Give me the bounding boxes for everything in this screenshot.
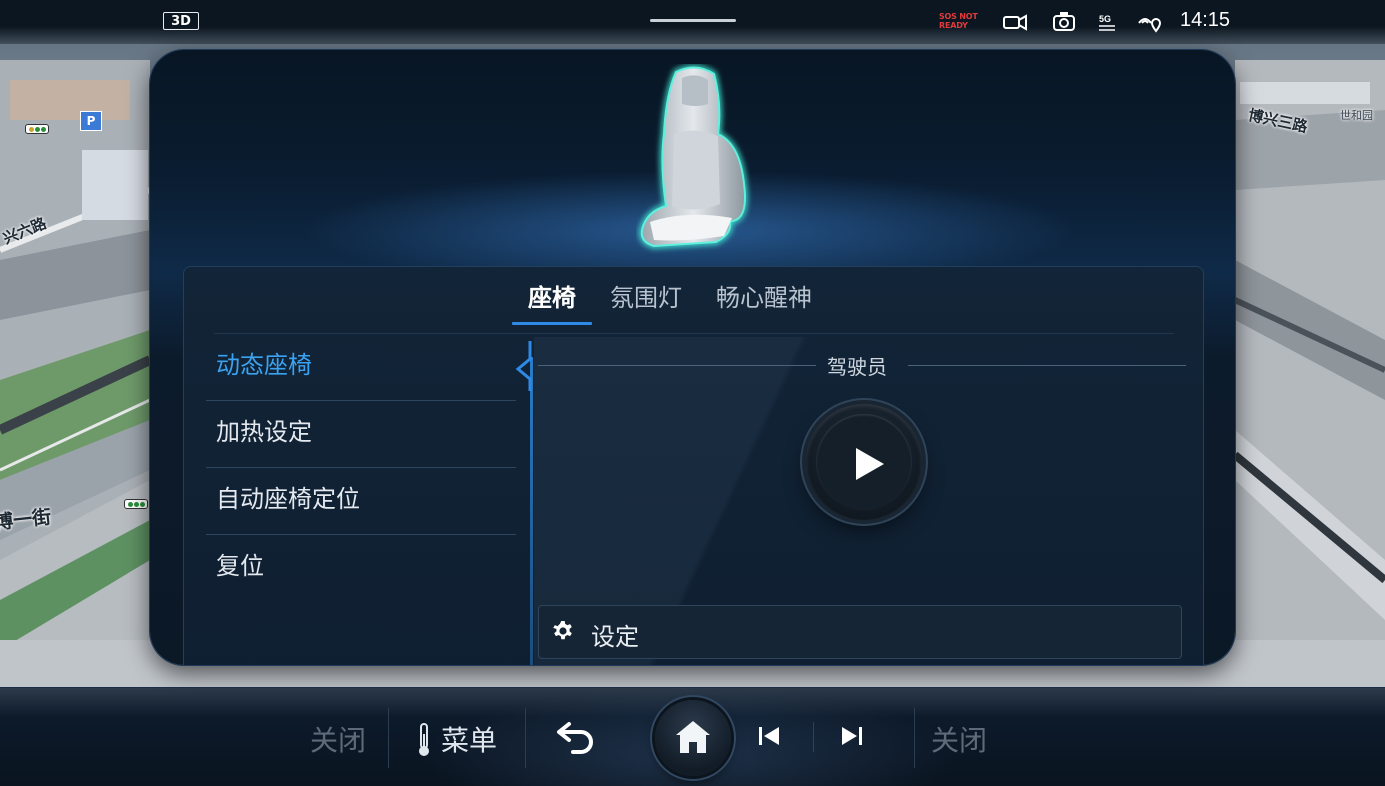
- tab-bar: 座椅 氛围灯 畅心醒神: [512, 279, 846, 325]
- next-track-icon[interactable]: [840, 725, 864, 747]
- play-button[interactable]: [806, 404, 922, 520]
- previous-track-icon[interactable]: [757, 725, 781, 747]
- traffic-light-icon: [124, 499, 148, 509]
- tab-seat[interactable]: 座椅: [512, 279, 592, 325]
- sos-status: SOS NOT READY: [939, 12, 978, 30]
- menu-selection-rail: [530, 357, 533, 665]
- section-title: 驾驶员: [827, 355, 887, 379]
- home-icon: [676, 721, 710, 753]
- seat-settings-card: 座椅 氛围灯 畅心醒神 动态座椅 加热设定 自动座椅定位 复位 驾驶员 设定: [183, 266, 1204, 665]
- map-place-label: 世和园: [1340, 109, 1373, 122]
- menu-item-dynamic-seat[interactable]: 动态座椅: [206, 334, 516, 401]
- section-line-left: [538, 365, 816, 366]
- view-mode-button[interactable]: 3D: [163, 12, 199, 30]
- location-signal-icon: [1138, 17, 1162, 33]
- settings-button[interactable]: 设定: [538, 605, 1182, 659]
- 5g-signal-icon: 5G: [1099, 14, 1115, 31]
- home-button[interactable]: [655, 700, 731, 776]
- status-bar: 3D SOS NOT READY 5G 14:15: [0, 0, 1385, 44]
- section-line-right: [908, 365, 1186, 366]
- back-icon[interactable]: [555, 718, 597, 754]
- seat-settings-panel: 座椅 氛围灯 畅心醒神 动态座椅 加热设定 自动座椅定位 复位 驾驶员 设定: [150, 50, 1235, 665]
- menu-selection-notch: [515, 341, 532, 391]
- dock-separator: [525, 708, 526, 768]
- seat-icon: [639, 65, 748, 249]
- dashcam-icon[interactable]: [1051, 11, 1077, 33]
- traffic-light-icon: [25, 124, 49, 134]
- gear-icon: [553, 621, 572, 640]
- tab-ambient-light[interactable]: 氛围灯: [610, 279, 682, 325]
- thermometer-icon[interactable]: [417, 722, 431, 758]
- pull-down-handle[interactable]: [650, 19, 736, 22]
- settings-label: 设定: [591, 623, 639, 651]
- play-icon: [856, 448, 884, 480]
- menu-item-reset[interactable]: 复位: [206, 535, 516, 601]
- tab-energizing[interactable]: 畅心醒神: [716, 279, 812, 325]
- dock-separator: [388, 708, 389, 768]
- svg-text:5G: 5G: [1099, 14, 1111, 24]
- close-right-button[interactable]: 关闭: [931, 719, 987, 759]
- clock: 14:15: [1180, 9, 1231, 31]
- parking-icon[interactable]: P: [80, 111, 102, 131]
- side-menu: 动态座椅 加热设定 自动座椅定位 复位: [206, 334, 516, 601]
- dock-separator: [914, 708, 915, 768]
- bottom-dock: 关闭 菜单 关闭: [0, 687, 1385, 786]
- close-left-button[interactable]: 关闭: [310, 719, 366, 759]
- camera-icon[interactable]: [1002, 11, 1028, 33]
- dock-separator: [813, 722, 814, 752]
- menu-item-heating-settings[interactable]: 加热设定: [206, 401, 516, 468]
- menu-item-auto-seat-position[interactable]: 自动座椅定位: [206, 468, 516, 535]
- menu-button[interactable]: 菜单: [441, 719, 497, 759]
